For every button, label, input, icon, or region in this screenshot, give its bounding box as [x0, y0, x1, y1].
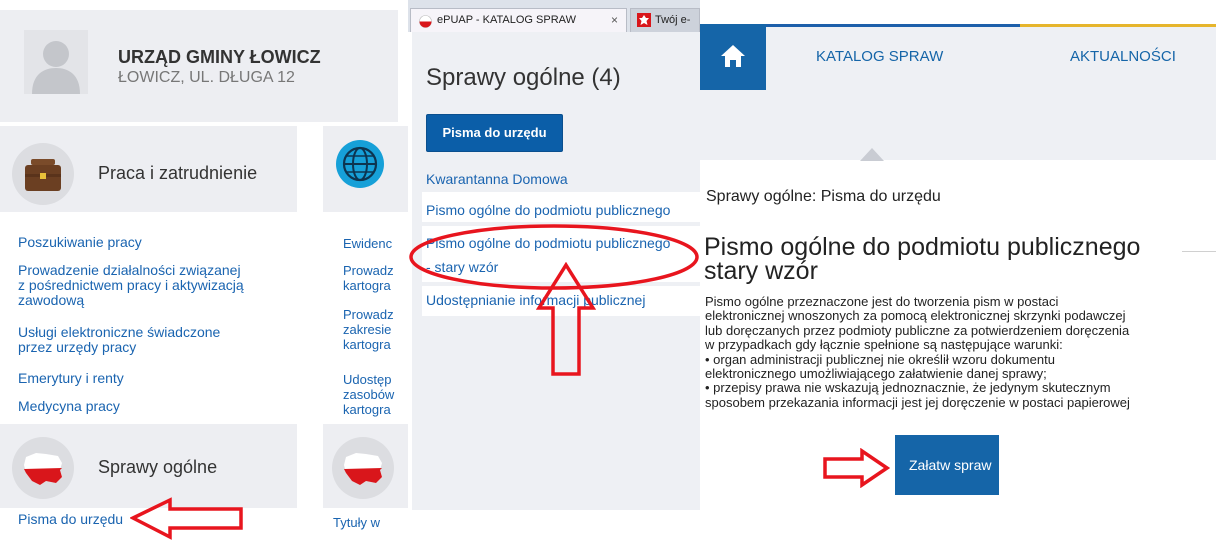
annotation-arrow-right [823, 448, 890, 488]
browser-catalog-panel: ePUAP - KATALOG SPRAW × Twój e- Sprawy o… [408, 0, 700, 540]
list-item-public-information[interactable]: Udostępnianie informacji publicznej [426, 292, 645, 308]
category-title-general[interactable]: Sprawy ogólne [98, 457, 217, 478]
tab-label: ePUAP - KATALOG SPRAW [437, 14, 576, 26]
case-heading-line1: Pismo ogólne do podmiotu publicznego [704, 233, 1141, 261]
catalog-content: Sprawy ogólne (4) Pisma do urzędu Kwaran… [412, 32, 700, 510]
link-pensions[interactable]: Emerytury i renty [18, 371, 124, 386]
list-item-general-letter-old[interactable]: Pismo ogólne do podmiotu publicznego [426, 235, 670, 251]
nav-pointer [860, 148, 884, 161]
case-heading-line2: stary wzór [704, 257, 818, 285]
avatar [24, 30, 88, 94]
page-title: Sprawy ogólne (4) [426, 64, 621, 91]
tab-label: Twój e- [655, 14, 691, 26]
link-letters-to-office[interactable]: Pisma do urzędu [18, 512, 123, 527]
link-occupational-medicine[interactable]: Medycyna pracy [18, 399, 120, 414]
person-silhouette-icon [32, 41, 80, 94]
breadcrumb: Sprawy ogólne: Pisma do urzędu [706, 188, 941, 205]
office-address: ŁOWICZ, UL. DŁUGA 12 [118, 69, 295, 86]
link-titles[interactable]: Tytuły w [333, 515, 380, 530]
top-navigation [700, 24, 1216, 160]
tab-epuap-catalog[interactable]: ePUAP - KATALOG SPRAW × [410, 8, 627, 32]
case-heading: Pismo ogólne do podmiotu publicznego sta… [704, 233, 1184, 285]
home-icon [721, 45, 745, 67]
link-labour-e-services[interactable]: Usługi elektroniczne świadczone przez ur… [18, 325, 220, 355]
link-geo-cartography-1[interactable]: Prowadz kartogra [343, 263, 394, 293]
list-item-general-letter-old-suffix[interactable]: - stary wzór [426, 259, 498, 275]
letters-to-office-button[interactable]: Pisma do urzędu [426, 114, 563, 152]
office-name: URZĄD GMINY ŁOWICZ [118, 47, 321, 67]
poland-map-icon [332, 437, 394, 499]
nav-link-news[interactable]: AKTUALNOŚCI [1070, 48, 1176, 65]
heading-divider [1182, 251, 1216, 252]
case-detail-panel: KATALOG SPRAW AKTUALNOŚCI Sprawy ogólne:… [700, 0, 1216, 540]
nav-link-case-catalog[interactable]: KATALOG SPRAW [816, 48, 943, 65]
poland-flag-icon [419, 15, 432, 28]
handle-case-button[interactable]: Załatw spraw [895, 435, 999, 495]
link-job-search[interactable]: Poszukiwanie pracy [18, 235, 142, 250]
briefcase-icon [12, 143, 74, 205]
case-description: Pismo ogólne przeznaczone jest do tworze… [705, 294, 1130, 410]
browser-tab-bar: ePUAP - KATALOG SPRAW × Twój e- [408, 0, 700, 32]
globe-icon [336, 140, 384, 188]
nav-accent-line-blue [766, 24, 1020, 27]
emblem-icon [637, 13, 651, 27]
office-catalog-panel: URZĄD GMINY ŁOWICZ ŁOWICZ, UL. DŁUGA 12 … [0, 0, 408, 540]
link-geo-cartography-2[interactable]: Prowadz zakresie kartogra [343, 307, 394, 352]
category-title-work[interactable]: Praca i zatrudnienie [98, 163, 257, 184]
list-item-general-letter[interactable]: Pismo ogólne do podmiotu publicznego [426, 202, 670, 218]
link-geo-records[interactable]: Ewidenc [343, 236, 392, 251]
home-button[interactable] [700, 24, 766, 90]
tab-twoj-e[interactable]: Twój e- [630, 8, 700, 32]
office-header: URZĄD GMINY ŁOWICZ ŁOWICZ, UL. DŁUGA 12 [0, 10, 398, 122]
link-geo-resources[interactable]: Udostęp zasobów kartogra [343, 372, 394, 417]
nav-accent-line-yellow [1020, 24, 1216, 27]
link-employment-agency[interactable]: Prowadzenie działalności związanej z poś… [18, 263, 244, 308]
close-icon[interactable]: × [611, 13, 618, 27]
poland-map-icon [12, 437, 74, 499]
list-item-quarantine[interactable]: Kwarantanna Domowa [426, 171, 568, 187]
